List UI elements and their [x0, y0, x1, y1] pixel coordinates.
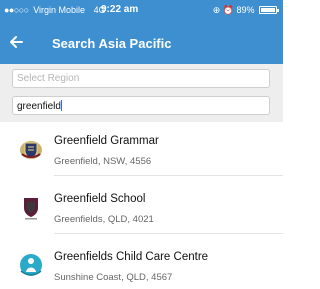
- app-header: ●●○○○ Virgin Mobile 4G 9:22 am ⊕ ⏰ 89% S…: [0, 0, 283, 64]
- divider: [54, 233, 283, 234]
- result-location: Greenfield, NSW, 4556: [54, 156, 152, 167]
- status-right: ⊕ ⏰ 89%: [212, 5, 279, 16]
- result-location: Sunshine Coast, QLD, 4567: [54, 272, 173, 283]
- nav-bar: Search Asia Pacific: [0, 28, 283, 58]
- text-cursor: [60, 100, 62, 111]
- result-name: Greenfield School: [54, 193, 146, 205]
- search-input[interactable]: greenfield: [12, 96, 270, 115]
- status-time: 9:22 am: [101, 4, 139, 15]
- list-item[interactable]: Greenfields Child Care Centre Sunshine C…: [0, 238, 283, 289]
- region-select-input[interactable]: [12, 69, 270, 88]
- list-item[interactable]: Greenfield School Greenfields, QLD, 4021: [0, 180, 283, 234]
- list-item[interactable]: Greenfield Grammar Greenfield, NSW, 4556: [0, 122, 283, 176]
- battery-icon: [259, 6, 279, 14]
- battery-percent: 89%: [236, 5, 255, 15]
- crest-logo-icon: [20, 141, 42, 159]
- signal-strength: ●●○○○: [4, 5, 29, 15]
- result-location: Greenfields, QLD, 4021: [54, 214, 154, 225]
- shield-logo-icon: [24, 198, 38, 220]
- search-area: greenfield: [0, 64, 283, 122]
- divider: [54, 175, 283, 176]
- result-name: Greenfields Child Care Centre: [54, 251, 209, 263]
- carrier-name: Virgin Mobile: [33, 5, 86, 15]
- status-icons: ⊕ ⏰: [212, 5, 234, 15]
- child-care-logo-icon: [20, 254, 42, 276]
- arrow-left-icon[interactable]: [8, 34, 24, 50]
- result-name: Greenfield Grammar: [54, 135, 159, 147]
- status-bar: ●●○○○ Virgin Mobile 4G 9:22 am ⊕ ⏰ 89%: [0, 0, 283, 20]
- page-title: Search Asia Pacific: [52, 36, 172, 51]
- search-query-text: greenfield: [17, 101, 61, 112]
- status-left: ●●○○○ Virgin Mobile 4G: [4, 5, 106, 15]
